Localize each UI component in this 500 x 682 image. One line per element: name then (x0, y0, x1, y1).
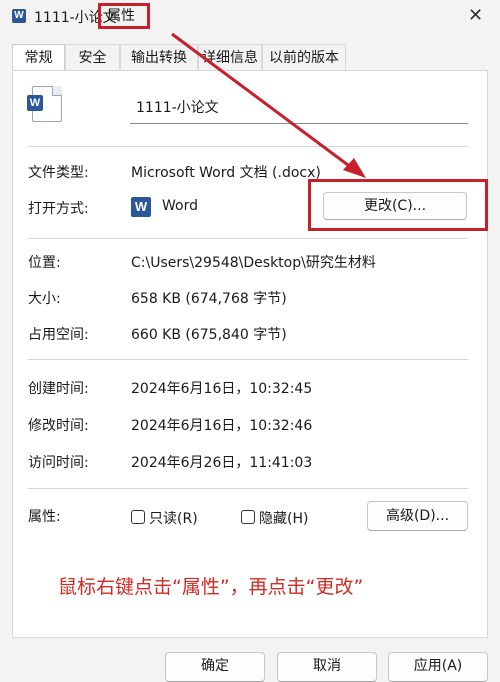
divider (28, 488, 468, 489)
disk-size-label: 占用空间: (28, 327, 89, 343)
file-type-label: 文件类型: (28, 165, 89, 181)
divider (28, 146, 468, 147)
word-badge-icon: W (27, 95, 43, 111)
document-fold (52, 86, 62, 96)
location-value: C:\Users\29548\Desktop\研究生材料 (131, 255, 376, 271)
close-icon[interactable]: ✕ (468, 5, 483, 26)
tab-previous-versions[interactable]: 以前的版本 (262, 44, 346, 70)
created-value: 2024年6月16日，10:32:45 (131, 381, 313, 397)
modified-value: 2024年6月16日，10:32:46 (131, 418, 313, 434)
change-button[interactable]: 更改(C)... (323, 192, 467, 220)
file-type-value: Microsoft Word 文档 (.docx) (131, 165, 321, 181)
tab-strip: 常规 安全 输出转换 详细信息 以前的版本 (12, 44, 488, 71)
attributes-label: 属性: (28, 509, 61, 525)
hidden-label[interactable]: 隐藏(H) (259, 508, 308, 528)
divider (28, 238, 468, 239)
divider (28, 359, 468, 360)
readonly-checkbox[interactable] (131, 510, 145, 524)
disk-size-value: 660 KB (675,840 字节) (131, 327, 287, 343)
advanced-button[interactable]: 高级(D)... (367, 501, 468, 531)
modified-label: 修改时间: (28, 418, 89, 434)
location-label: 位置: (28, 255, 61, 271)
word-app-icon: W (131, 197, 151, 217)
readonly-label[interactable]: 只读(R) (149, 508, 198, 528)
filename-field[interactable] (130, 92, 468, 124)
document-icon: W (27, 86, 62, 122)
size-value: 658 KB (674,768 字节) (131, 291, 287, 307)
title-bar: W 1111-小论文 属性 ✕ (0, 0, 500, 34)
accessed-value: 2024年6月26日，11:41:03 (131, 455, 313, 471)
accessed-label: 访问时间: (28, 455, 89, 471)
window-title-suffix: 属性 (107, 8, 135, 24)
size-label: 大小: (28, 291, 61, 307)
instruction-annotation: 鼠标右键点击“属性”，再点击“更改” (58, 576, 364, 598)
tab-security[interactable]: 安全 (65, 44, 120, 70)
open-with-label: 打开方式: (28, 201, 89, 217)
general-panel (12, 70, 488, 638)
open-with-value: Word (162, 198, 198, 214)
tab-details[interactable]: 详细信息 (198, 44, 262, 70)
tab-output-conversion[interactable]: 输出转换 (120, 44, 198, 70)
word-app-icon: W (12, 9, 26, 23)
title-properties-highlight: 属性 (98, 3, 150, 29)
hidden-checkbox[interactable] (241, 510, 255, 524)
created-label: 创建时间: (28, 381, 89, 397)
tab-general[interactable]: 常规 (12, 44, 65, 71)
